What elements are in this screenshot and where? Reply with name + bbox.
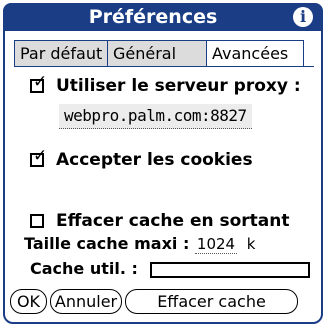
proxy-checkbox[interactable] — [30, 72, 47, 93]
cookies-checkbox[interactable] — [30, 146, 47, 167]
tab-par-defaut[interactable]: Par défaut — [14, 40, 108, 67]
cache-used-label: Cache util. : — [30, 259, 138, 278]
clear-cache-label: Effacer cache en sortant — [56, 211, 290, 231]
cookies-checkbox-row[interactable]: Accepter les cookies — [30, 146, 253, 170]
proxy-checkbox-row[interactable]: Utiliser le serveur proxy : — [30, 72, 301, 96]
proxy-label: Utiliser le serveur proxy : — [56, 76, 301, 96]
tab-panel-divider — [14, 66, 314, 67]
title-bar: Préférences i — [3, 3, 323, 31]
cache-max-label: Taille cache maxi : — [24, 234, 190, 253]
ok-button[interactable]: OK — [10, 289, 47, 314]
tab-bar: Par défaut Général Avancées — [14, 40, 304, 67]
cache-max-row: Taille cache maxi : 1024 k — [24, 234, 255, 254]
tab-general[interactable]: Général — [108, 40, 207, 67]
clear-cache-checkbox-row[interactable]: Effacer cache en sortant — [30, 211, 290, 231]
info-icon[interactable]: i — [293, 7, 313, 27]
cancel-button[interactable]: Annuler — [50, 289, 122, 314]
clear-cache-checkbox[interactable] — [30, 214, 44, 228]
cache-max-field[interactable]: 1024 — [194, 235, 238, 254]
cache-used-bar — [150, 262, 310, 278]
cookies-label: Accepter les cookies — [56, 150, 253, 170]
proxy-server-field[interactable]: webpro.palm.com:8827 — [59, 104, 252, 129]
window-title: Préférences — [88, 6, 218, 28]
clear-cache-button[interactable]: Effacer cache — [125, 289, 298, 314]
cache-max-unit: k — [246, 235, 256, 253]
tab-avancees[interactable]: Avancées — [207, 40, 304, 67]
